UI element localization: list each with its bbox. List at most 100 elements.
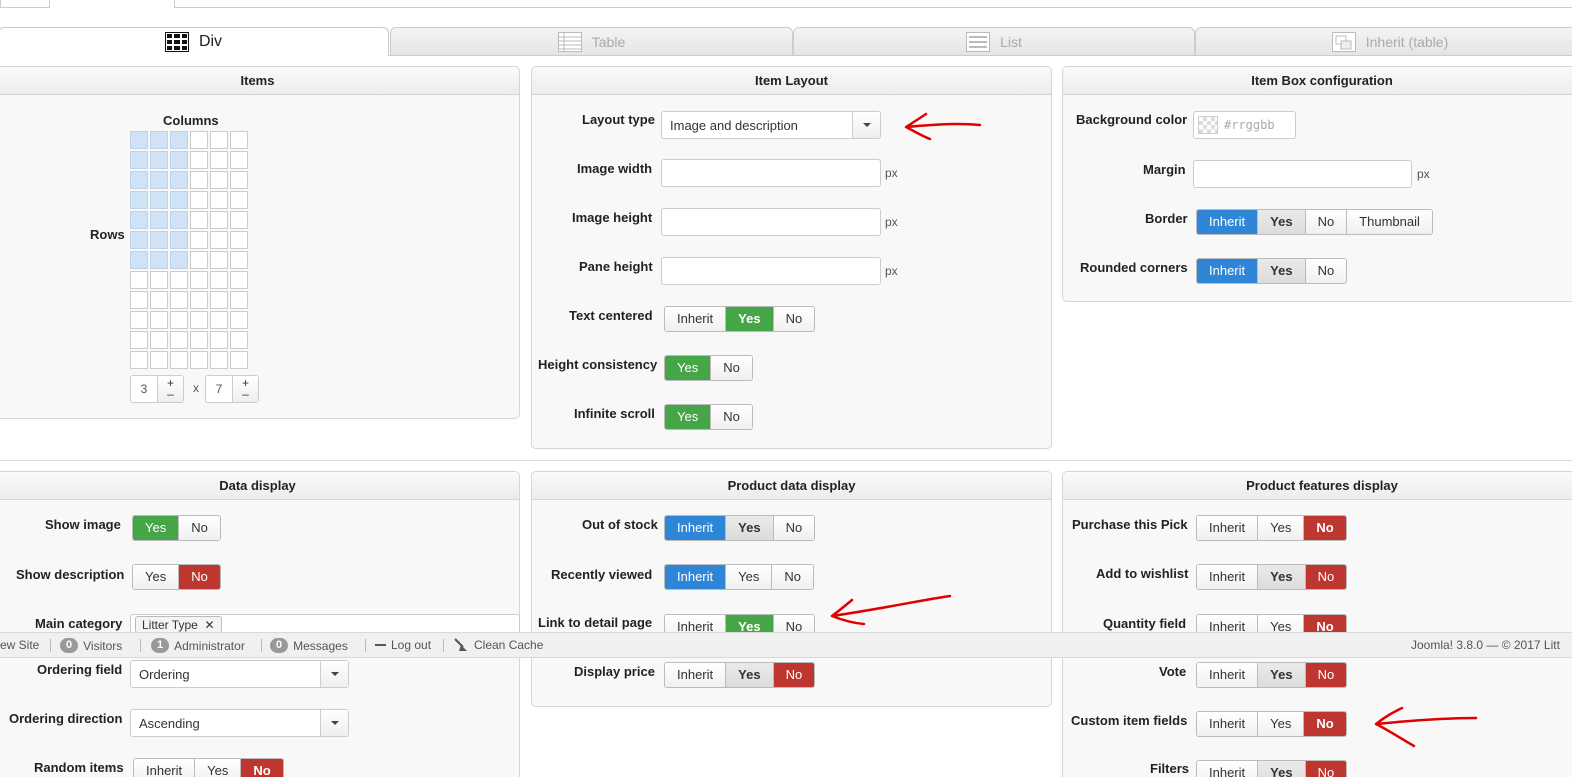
grid-cell[interactable]	[230, 211, 248, 229]
grid-cell[interactable]	[230, 251, 248, 269]
grid-cell[interactable]	[230, 151, 248, 169]
border-yes[interactable]: Yes	[1257, 210, 1305, 234]
height-consistency-yes[interactable]: Yes	[665, 356, 711, 380]
grid-cell[interactable]	[150, 171, 168, 189]
image-height-input[interactable]	[661, 208, 881, 236]
grid-cell[interactable]	[190, 291, 208, 309]
grid-cell[interactable]	[150, 231, 168, 249]
grid-cell[interactable]	[150, 151, 168, 169]
visitors-item[interactable]: 0 Visitors	[60, 638, 122, 653]
grid-cell[interactable]	[230, 231, 248, 249]
grid-cell[interactable]	[150, 291, 168, 309]
grid-cell[interactable]	[170, 211, 188, 229]
grid-cell[interactable]	[170, 171, 188, 189]
filters-yes[interactable]: Yes	[1257, 761, 1305, 777]
random-items-toggle[interactable]: Inherit Yes No	[133, 758, 284, 777]
grid-cell[interactable]	[210, 231, 228, 249]
grid-cell[interactable]	[150, 311, 168, 329]
layout-type-select[interactable]: Image and description	[661, 111, 881, 139]
border-thumbnail[interactable]: Thumbnail	[1346, 210, 1432, 234]
height-consistency-no[interactable]: No	[710, 356, 752, 380]
grid-cell[interactable]	[150, 131, 168, 149]
grid-cell[interactable]	[210, 171, 228, 189]
grid-cell[interactable]	[130, 351, 148, 369]
view-site-link[interactable]: ew Site	[0, 638, 39, 652]
vote-toggle[interactable]: Inherit Yes No	[1196, 662, 1348, 688]
grid-cell[interactable]	[230, 171, 248, 189]
custom-fields-toggle[interactable]: Inherit Yes No	[1196, 711, 1347, 737]
ordering-direction-select[interactable]: Ascending	[130, 709, 349, 737]
rounded-corners-toggle[interactable]: Inherit Yes No	[1196, 258, 1348, 284]
out-of-stock-inherit[interactable]: Inherit	[665, 516, 726, 540]
chevron-down-icon[interactable]	[320, 710, 348, 736]
grid-cell[interactable]	[210, 251, 228, 269]
close-icon[interactable]: ✕	[201, 618, 214, 632]
rows-plus-minus[interactable]: + –	[232, 376, 258, 402]
grid-cell[interactable]	[190, 311, 208, 329]
grid-cell[interactable]	[210, 271, 228, 289]
grid-cell[interactable]	[190, 171, 208, 189]
grid-cell[interactable]	[170, 331, 188, 349]
text-centered-yes[interactable]: Yes	[725, 307, 773, 331]
height-consistency-toggle[interactable]: Yes No	[664, 355, 753, 381]
infinite-scroll-yes[interactable]: Yes	[665, 405, 711, 429]
text-centered-no[interactable]: No	[772, 307, 815, 331]
grid-cell[interactable]	[150, 251, 168, 269]
grid-cell[interactable]	[190, 191, 208, 209]
grid-cell[interactable]	[170, 131, 188, 149]
grid-cell[interactable]	[130, 131, 148, 149]
grid-cell[interactable]	[170, 271, 188, 289]
grid-cell[interactable]	[170, 351, 188, 369]
chevron-down-icon[interactable]	[852, 112, 880, 138]
display-price-yes[interactable]: Yes	[725, 663, 773, 687]
grid-cell[interactable]	[210, 191, 228, 209]
grid-cell[interactable]	[150, 351, 168, 369]
grid-cell[interactable]	[190, 131, 208, 149]
grid-cell[interactable]	[130, 151, 148, 169]
rounded-no[interactable]: No	[1304, 259, 1347, 283]
grid-cell[interactable]	[210, 291, 228, 309]
rounded-yes[interactable]: Yes	[1257, 259, 1305, 283]
grid-cell[interactable]	[130, 311, 148, 329]
grid-cell[interactable]	[130, 251, 148, 269]
wishlist-yes[interactable]: Yes	[1257, 565, 1305, 589]
grid-cell[interactable]	[170, 311, 188, 329]
purchase-yes[interactable]: Yes	[1257, 516, 1304, 540]
grid-cell[interactable]	[170, 191, 188, 209]
pane-height-input[interactable]	[661, 257, 881, 285]
vote-inherit[interactable]: Inherit	[1197, 663, 1258, 687]
wishlist-toggle[interactable]: Inherit Yes No	[1196, 564, 1348, 590]
vote-yes[interactable]: Yes	[1257, 663, 1305, 687]
display-price-no[interactable]: No	[772, 663, 815, 687]
out-of-stock-no[interactable]: No	[772, 516, 815, 540]
border-no[interactable]: No	[1304, 210, 1347, 234]
random-items-yes[interactable]: Yes	[194, 759, 241, 777]
grid-cell[interactable]	[190, 151, 208, 169]
grid-cell[interactable]	[130, 191, 148, 209]
messages-item[interactable]: 0 Messages	[270, 638, 348, 653]
custom-fields-no[interactable]: No	[1303, 712, 1346, 736]
grid-cell[interactable]	[210, 211, 228, 229]
administrator-item[interactable]: 1 Administrator	[151, 638, 245, 653]
random-items-inherit[interactable]: Inherit	[134, 759, 195, 777]
grid-cell[interactable]	[190, 251, 208, 269]
grid-cell[interactable]	[230, 331, 248, 349]
columns-value[interactable]: 3	[131, 376, 157, 402]
grid-cell[interactable]	[210, 131, 228, 149]
grid-cell[interactable]	[230, 131, 248, 149]
random-items-no[interactable]: No	[240, 759, 283, 777]
ordering-field-select[interactable]: Ordering	[130, 660, 349, 688]
border-inherit[interactable]: Inherit	[1197, 210, 1258, 234]
grid-cell[interactable]	[190, 211, 208, 229]
show-description-yes[interactable]: Yes	[133, 565, 179, 589]
filters-no[interactable]: No	[1304, 761, 1347, 777]
grid-cell[interactable]	[150, 331, 168, 349]
grid-cell[interactable]	[170, 231, 188, 249]
bg-color-input[interactable]: #rrggbb	[1193, 111, 1296, 139]
main-category-tag[interactable]: Litter Type ✕	[135, 616, 222, 633]
grid-cell[interactable]	[230, 351, 248, 369]
infinite-scroll-no[interactable]: No	[710, 405, 752, 429]
show-image-yes[interactable]: Yes	[133, 516, 179, 540]
recently-viewed-yes[interactable]: Yes	[725, 565, 772, 589]
purchase-inherit[interactable]: Inherit	[1197, 516, 1258, 540]
